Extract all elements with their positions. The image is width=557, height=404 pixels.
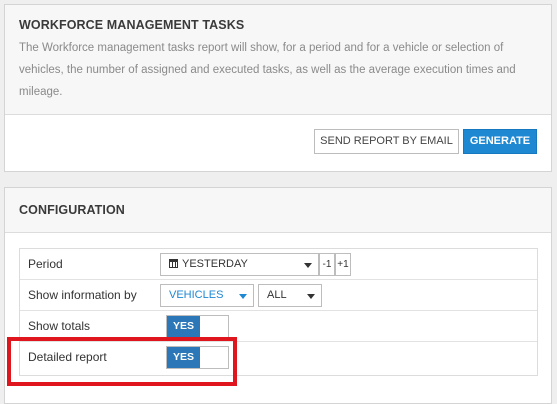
show-information-value: VEHICLES	[169, 289, 224, 301]
detailed-report-row: Detailed report YES	[20, 342, 537, 375]
show-information-row: Show information by VEHICLES ALL	[20, 280, 537, 311]
period-minus-button[interactable]: -1	[319, 253, 335, 276]
filter-value: ALL	[267, 289, 287, 301]
filter-select[interactable]: ALL	[258, 284, 322, 307]
chevron-down-icon	[304, 263, 312, 268]
show-totals-label: Show totals	[28, 319, 91, 333]
detailed-report-toggle[interactable]: YES	[166, 346, 229, 369]
report-header: WORKFORCE MANAGEMENT TASKS The Workforce…	[5, 5, 551, 115]
report-description: The Workforce management tasks report wi…	[19, 42, 516, 98]
show-information-label: Show information by	[28, 288, 137, 302]
period-row: Period YESTERDAY -1 +1	[20, 249, 537, 280]
chevron-down-icon	[239, 294, 247, 299]
generate-button[interactable]: GENERATE	[463, 129, 537, 154]
calendar-icon	[169, 259, 178, 268]
report-title: WORKFORCE MANAGEMENT TASKS	[19, 18, 245, 32]
period-label: Period	[28, 257, 63, 271]
period-value: YESTERDAY	[182, 258, 248, 270]
configuration-header: CONFIGURATION	[5, 188, 551, 233]
show-information-select[interactable]: VEHICLES	[160, 284, 254, 307]
configuration-panel: CONFIGURATION Period YESTERDAY -1 +1 Sho…	[4, 187, 552, 404]
configuration-title: CONFIGURATION	[19, 203, 125, 217]
configuration-body: Period YESTERDAY -1 +1 Show information …	[5, 233, 551, 403]
detailed-report-label: Detailed report	[28, 350, 107, 364]
period-select[interactable]: YESTERDAY	[160, 253, 319, 276]
report-panel: WORKFORCE MANAGEMENT TASKS The Workforce…	[4, 4, 552, 172]
chevron-down-icon	[307, 294, 315, 299]
period-plus-button[interactable]: +1	[335, 253, 351, 276]
show-totals-toggle[interactable]: YES	[166, 315, 229, 338]
detailed-report-state: YES	[167, 347, 200, 368]
send-report-by-email-button[interactable]: SEND REPORT BY EMAIL	[314, 129, 459, 154]
configuration-table: Period YESTERDAY -1 +1 Show information …	[19, 248, 538, 376]
show-totals-state: YES	[167, 316, 200, 337]
show-totals-row: Show totals YES	[20, 311, 537, 342]
report-actions: SEND REPORT BY EMAIL GENERATE	[5, 115, 551, 171]
